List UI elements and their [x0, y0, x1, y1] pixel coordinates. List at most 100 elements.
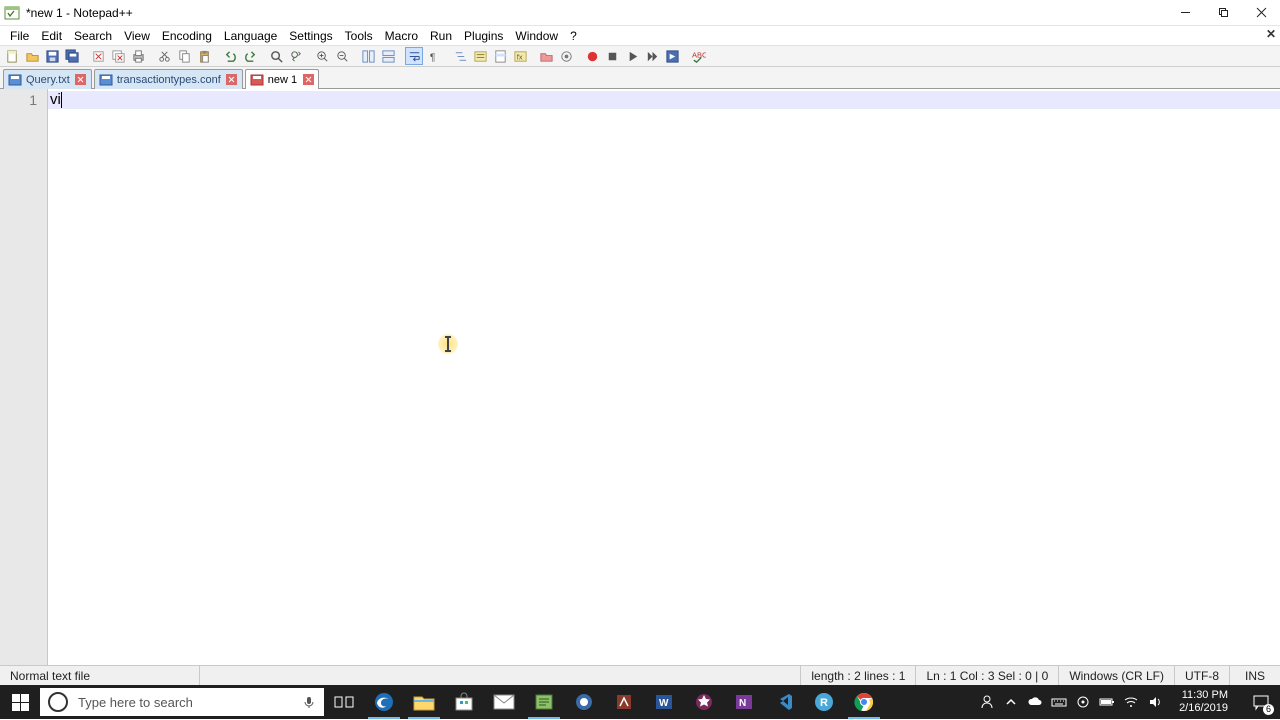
toolbar: ¶ fx ABC — [0, 45, 1280, 67]
replace-button[interactable] — [287, 47, 305, 65]
sync-hscroll-button[interactable] — [379, 47, 397, 65]
tab-new1[interactable]: new 1 — [245, 69, 319, 89]
word-wrap-button[interactable] — [405, 47, 423, 65]
store-app-icon[interactable] — [444, 685, 484, 719]
new-file-button[interactable] — [3, 47, 21, 65]
wifi-icon[interactable] — [1123, 694, 1139, 710]
menu-window[interactable]: Window — [509, 28, 564, 44]
doc-map-button[interactable] — [491, 47, 509, 65]
location-icon[interactable] — [1075, 694, 1091, 710]
func-list-button[interactable]: fx — [511, 47, 529, 65]
spellcheck-button[interactable]: ABC — [689, 47, 707, 65]
monitoring-button[interactable] — [557, 47, 575, 65]
vscode-app-icon[interactable] — [764, 685, 804, 719]
file-explorer-icon[interactable] — [404, 685, 444, 719]
tab-close-icon[interactable] — [226, 74, 238, 86]
copy-button[interactable] — [175, 47, 193, 65]
tab-query[interactable]: Query.txt — [3, 69, 92, 89]
close-all-button[interactable] — [109, 47, 127, 65]
app-icon-6[interactable] — [564, 685, 604, 719]
tab-label: transactiontypes.conf — [117, 74, 221, 86]
word-app-icon[interactable]: W — [644, 685, 684, 719]
menu-plugins[interactable]: Plugins — [458, 28, 509, 44]
title-bar: *new 1 - Notepad++ — [0, 0, 1280, 26]
open-file-button[interactable] — [23, 47, 41, 65]
indent-guide-button[interactable] — [451, 47, 469, 65]
folder-workspace-button[interactable] — [537, 47, 555, 65]
record-macro-button[interactable] — [583, 47, 601, 65]
onedrive-icon[interactable] — [1027, 694, 1043, 710]
tab-label: new 1 — [268, 74, 297, 86]
menu-help[interactable]: ? — [564, 28, 583, 44]
menu-macro[interactable]: Macro — [379, 28, 424, 44]
menu-edit[interactable]: Edit — [35, 28, 68, 44]
file-modified-icon — [250, 74, 264, 86]
cut-button[interactable] — [155, 47, 173, 65]
close-file-button[interactable] — [89, 47, 107, 65]
status-eol[interactable]: Windows (CR LF) — [1059, 666, 1175, 685]
svg-text:¶: ¶ — [429, 52, 435, 63]
stop-macro-button[interactable] — [603, 47, 621, 65]
status-length-lines: length : 2 lines : 1 — [801, 666, 916, 685]
app-icon-9[interactable] — [684, 685, 724, 719]
print-button[interactable] — [129, 47, 147, 65]
zoom-out-button[interactable] — [333, 47, 351, 65]
status-mode[interactable]: INS — [1230, 666, 1280, 685]
tab-label: Query.txt — [26, 74, 70, 86]
show-all-chars-button[interactable]: ¶ — [425, 47, 443, 65]
app-icon-7[interactable] — [604, 685, 644, 719]
taskbar-clock[interactable]: 11:30 PM 2/16/2019 — [1171, 689, 1236, 715]
edge-app-icon[interactable] — [364, 685, 404, 719]
menu-tools[interactable]: Tools — [339, 28, 379, 44]
current-line-highlight — [48, 91, 1280, 109]
task-view-button[interactable] — [324, 685, 364, 719]
editor-content: vi — [50, 91, 61, 109]
status-position: Ln : 1 Col : 3 Sel : 0 | 0 — [916, 666, 1059, 685]
tab-close-icon[interactable] — [75, 74, 87, 86]
menu-view[interactable]: View — [118, 28, 156, 44]
paste-button[interactable] — [195, 47, 213, 65]
volume-icon[interactable] — [1147, 694, 1163, 710]
redo-button[interactable] — [241, 47, 259, 65]
start-button[interactable] — [0, 685, 40, 719]
close-secondary-button[interactable]: ✕ — [1266, 27, 1276, 41]
menu-file[interactable]: File — [4, 28, 35, 44]
play-macro-button[interactable] — [623, 47, 641, 65]
menu-run[interactable]: Run — [424, 28, 458, 44]
play-multi-macro-button[interactable] — [643, 47, 661, 65]
tray-overflow-icon[interactable] — [1003, 694, 1019, 710]
sync-vscroll-button[interactable] — [359, 47, 377, 65]
menu-encoding[interactable]: Encoding — [156, 28, 218, 44]
mic-icon[interactable] — [302, 695, 316, 709]
notification-badge: 6 — [1263, 704, 1274, 715]
save-macro-button[interactable] — [663, 47, 681, 65]
app-icon-12[interactable]: R — [804, 685, 844, 719]
taskbar-search[interactable]: Type here to search — [40, 688, 324, 716]
battery-icon[interactable] — [1099, 694, 1115, 710]
menu-search[interactable]: Search — [68, 28, 118, 44]
find-button[interactable] — [267, 47, 285, 65]
zoom-in-button[interactable] — [313, 47, 331, 65]
user-lang-button[interactable] — [471, 47, 489, 65]
chrome-app-icon[interactable] — [844, 685, 884, 719]
close-button[interactable] — [1242, 0, 1280, 25]
line-number-gutter: 1 — [0, 89, 48, 665]
notepadpp-app-icon[interactable] — [524, 685, 564, 719]
mail-app-icon[interactable] — [484, 685, 524, 719]
save-button[interactable] — [43, 47, 61, 65]
people-icon[interactable] — [979, 694, 995, 710]
taskbar-apps: W N R — [324, 685, 884, 719]
action-center-button[interactable]: 6 — [1244, 685, 1278, 719]
menu-language[interactable]: Language — [218, 28, 283, 44]
status-encoding[interactable]: UTF-8 — [1175, 666, 1230, 685]
tab-transactiontypes[interactable]: transactiontypes.conf — [94, 69, 243, 89]
text-editor[interactable]: vi — [48, 89, 1280, 665]
keyboard-icon[interactable] — [1051, 694, 1067, 710]
save-all-button[interactable] — [63, 47, 81, 65]
tab-close-icon[interactable] — [302, 74, 314, 86]
onenote-app-icon[interactable]: N — [724, 685, 764, 719]
minimize-button[interactable] — [1166, 0, 1204, 25]
undo-button[interactable] — [221, 47, 239, 65]
menu-settings[interactable]: Settings — [283, 28, 338, 44]
maximize-button[interactable] — [1204, 0, 1242, 25]
